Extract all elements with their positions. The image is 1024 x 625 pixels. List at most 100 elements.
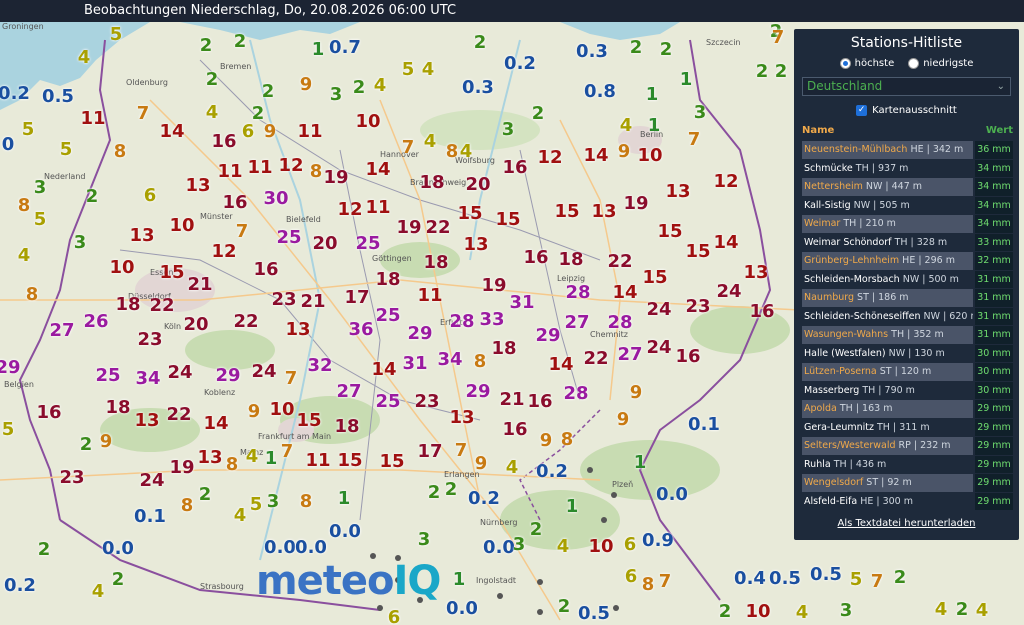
precip-value[interactable]: 16	[211, 133, 236, 151]
precip-value[interactable]: 13	[134, 412, 159, 430]
precip-value[interactable]: 0.2	[468, 490, 500, 508]
precip-value[interactable]: 2	[262, 83, 275, 101]
precip-value[interactable]: 2	[200, 37, 213, 55]
precip-value[interactable]: 17	[417, 443, 442, 461]
precip-value[interactable]: 14	[159, 123, 184, 141]
precip-value[interactable]: 25	[95, 367, 120, 385]
precip-value[interactable]: 12	[537, 149, 562, 167]
precip-value[interactable]: 3	[513, 536, 526, 554]
precip-value[interactable]: 7	[455, 442, 468, 460]
precip-value[interactable]: 13	[185, 177, 210, 195]
precip-value[interactable]: 15	[379, 453, 404, 471]
precip-value[interactable]: 1	[646, 86, 659, 104]
precip-value[interactable]: 1	[265, 450, 278, 468]
station-row[interactable]: Kall-Sistig NW | 505 m 34 mm	[802, 196, 1013, 214]
precip-value[interactable]: 1	[338, 490, 351, 508]
precip-value[interactable]: 1	[634, 454, 647, 472]
precip-value[interactable]: 28	[607, 314, 632, 332]
precip-value[interactable]: 2	[956, 601, 969, 619]
precip-value[interactable]: 13	[129, 227, 154, 245]
precip-value[interactable]: 34	[135, 370, 160, 388]
precip-value[interactable]: 15	[657, 223, 682, 241]
precip-value[interactable]: 9	[300, 76, 313, 94]
precip-value[interactable]: 28	[565, 284, 590, 302]
precip-value[interactable]: 4	[796, 604, 809, 622]
precip-value[interactable]: 2	[353, 79, 366, 97]
precip-value[interactable]: 27	[336, 383, 361, 401]
precip-value[interactable]: 0.1	[688, 416, 720, 434]
precip-value[interactable]: 4	[78, 49, 91, 67]
precip-value[interactable]: 4	[18, 247, 31, 265]
precip-value[interactable]: 12	[713, 173, 738, 191]
precip-value[interactable]: 12	[278, 157, 303, 175]
station-row[interactable]: Neuenstein-Mühlbach HE | 342 m 36 mm	[802, 141, 1013, 159]
station-row[interactable]: Weimar TH | 210 m 34 mm	[802, 215, 1013, 233]
precip-value[interactable]: 25	[276, 229, 301, 247]
precip-value[interactable]: 3	[840, 602, 853, 620]
precip-value[interactable]: 0.9	[642, 532, 674, 550]
radio-highest[interactable]: höchste	[839, 57, 894, 69]
station-row[interactable]: Nettersheim NW | 447 m 34 mm	[802, 178, 1013, 196]
precip-value[interactable]: 5	[22, 121, 35, 139]
precip-value[interactable]: 8	[114, 143, 127, 161]
precip-value[interactable]: 7	[285, 370, 298, 388]
precip-value[interactable]: 0.5	[810, 566, 842, 584]
precip-value[interactable]: 0.0	[446, 600, 478, 618]
precip-value[interactable]: 0.8	[584, 83, 616, 101]
precip-value[interactable]: 6	[388, 609, 401, 625]
station-row[interactable]: Schleiden-Morsbach NW | 500 m 31 mm	[802, 270, 1013, 288]
precip-value[interactable]: 13	[449, 409, 474, 427]
precip-value[interactable]: 0.3	[462, 79, 494, 97]
precip-value[interactable]: 16	[527, 393, 552, 411]
precip-value[interactable]: 0.2	[536, 463, 568, 481]
precip-value[interactable]: 15	[495, 211, 520, 229]
precip-value[interactable]: 9	[540, 432, 553, 450]
precip-value[interactable]: 4	[234, 507, 247, 525]
precip-value[interactable]: 16	[253, 261, 278, 279]
precip-value[interactable]: 11	[365, 199, 390, 217]
precip-value[interactable]: 7	[236, 223, 249, 241]
precip-value[interactable]: 3	[267, 493, 280, 511]
precip-value[interactable]: 28	[449, 313, 474, 331]
station-row[interactable]: Selters/Westerwald RP | 232 m 29 mm	[802, 437, 1013, 455]
precip-value[interactable]: 14	[203, 415, 228, 433]
station-row[interactable]: Alsfeld-Eifa HE | 300 m 29 mm	[802, 492, 1013, 510]
precip-value[interactable]: 4	[422, 61, 435, 79]
precip-value[interactable]: 13	[591, 203, 616, 221]
precip-value[interactable]: 16	[749, 303, 774, 321]
precip-value[interactable]: 18	[491, 340, 516, 358]
precip-value[interactable]: 31	[509, 294, 534, 312]
precip-value[interactable]: 3	[330, 86, 343, 104]
precip-value[interactable]: 18	[375, 271, 400, 289]
precip-value[interactable]: 16	[502, 421, 527, 439]
precip-value[interactable]: 23	[271, 291, 296, 309]
precip-value[interactable]: 27	[564, 314, 589, 332]
precip-value[interactable]: 34	[437, 351, 462, 369]
precip-value[interactable]: 14	[612, 284, 637, 302]
precip-value[interactable]: 20	[465, 176, 490, 194]
precip-value[interactable]: 20	[312, 235, 337, 253]
precip-value[interactable]: 16	[675, 348, 700, 366]
precip-value[interactable]: 7	[659, 573, 672, 591]
precip-value[interactable]: 2	[38, 541, 51, 559]
precip-value[interactable]: 9	[618, 143, 631, 161]
precip-value[interactable]: 15	[296, 412, 321, 430]
precip-value[interactable]: 15	[337, 452, 362, 470]
precip-value[interactable]: 23	[137, 331, 162, 349]
precip-value[interactable]: 3	[74, 234, 87, 252]
precip-value[interactable]: 7	[688, 131, 701, 149]
precip-value[interactable]: 15	[554, 203, 579, 221]
precip-value[interactable]: 7	[772, 29, 785, 47]
precip-value[interactable]: 9	[248, 403, 261, 421]
precip-value[interactable]: 19	[323, 169, 348, 187]
precip-value[interactable]: 13	[665, 183, 690, 201]
precip-value[interactable]: 8	[642, 576, 655, 594]
precip-value[interactable]: 0	[2, 136, 15, 154]
precip-value[interactable]: 20	[183, 316, 208, 334]
precip-value[interactable]: 15	[685, 243, 710, 261]
precip-value[interactable]: 2	[630, 39, 643, 57]
precip-value[interactable]: 7	[871, 573, 884, 591]
precip-value[interactable]: 2	[80, 436, 93, 454]
precip-value[interactable]: 6	[242, 123, 255, 141]
station-row[interactable]: Naumburg ST | 186 m 31 mm	[802, 289, 1013, 307]
